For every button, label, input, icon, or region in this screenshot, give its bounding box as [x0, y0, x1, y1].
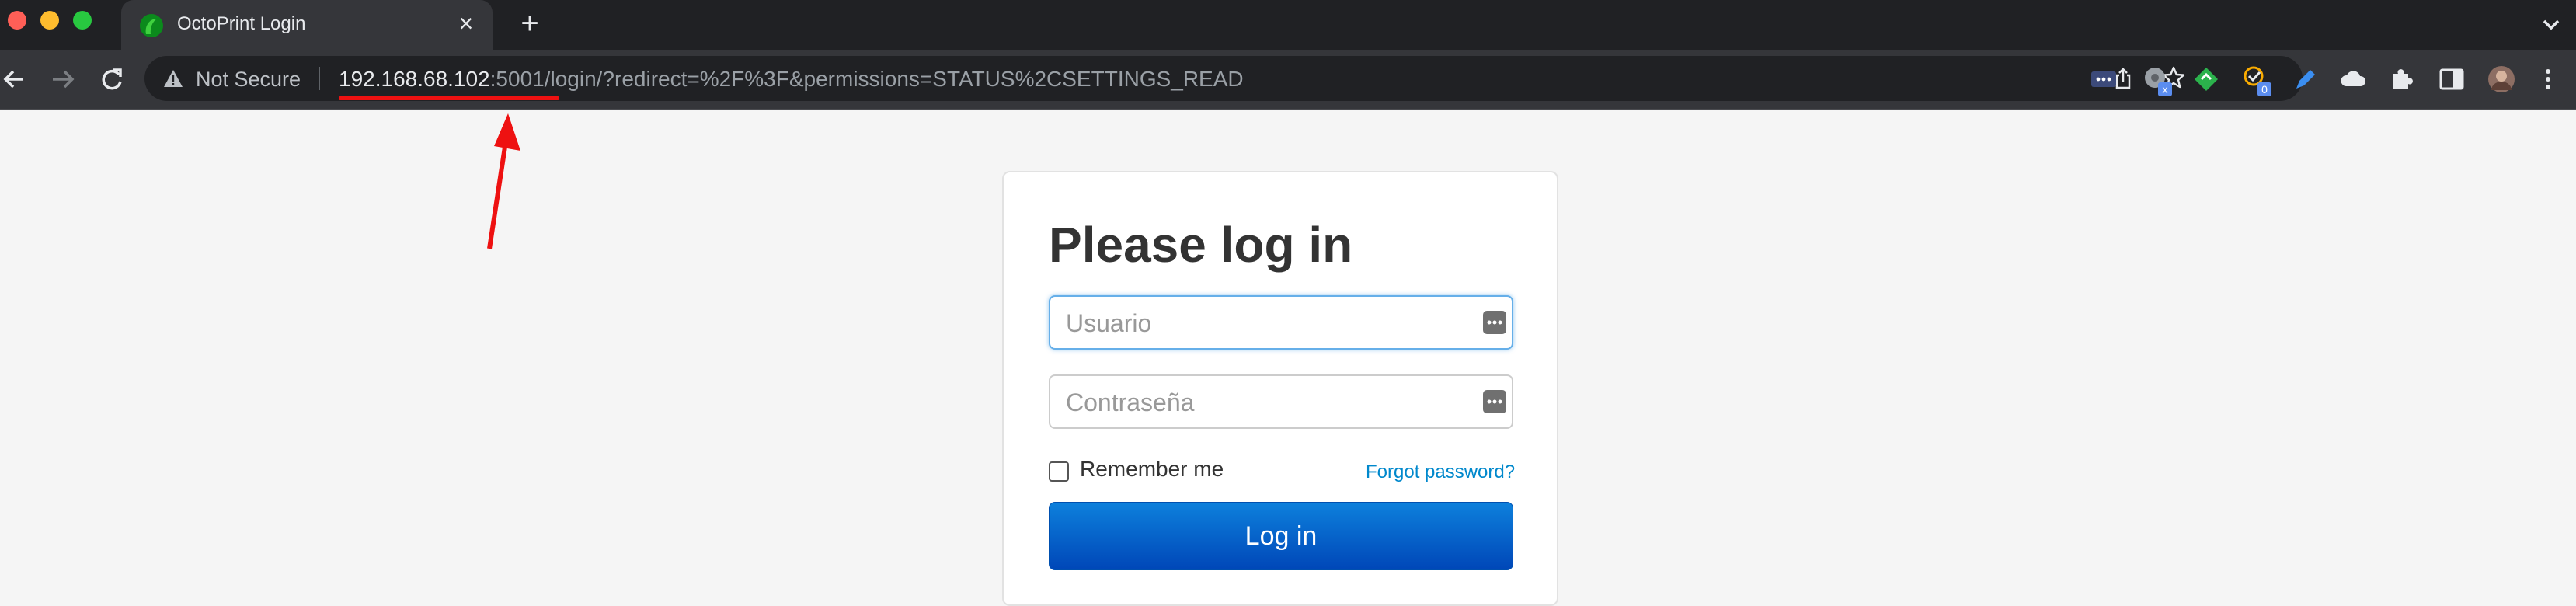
todo-check-icon[interactable]: 0: [2242, 65, 2271, 96]
tab-close-icon[interactable]: ×: [454, 9, 479, 37]
back-arrow-icon[interactable]: [0, 64, 31, 95]
annotation-underline: [339, 96, 559, 100]
login-card: Please log in Remember me Forgot passwor…: [1002, 171, 1558, 606]
reload-icon[interactable]: [96, 64, 127, 95]
forgot-password-link[interactable]: Forgot password?: [1366, 461, 1515, 483]
tab-octoprint-login[interactable]: OctoPrint Login ×: [121, 0, 493, 50]
dots-extension-icon[interactable]: [2090, 65, 2118, 93]
octoprint-favicon-icon: [140, 14, 163, 37]
forward-arrow-icon[interactable]: [47, 64, 78, 95]
remember-me-checkbox[interactable]: [1049, 461, 1069, 482]
password-manager-icon[interactable]: [1482, 389, 1507, 414]
password-manager-icon[interactable]: [1482, 310, 1507, 335]
password-field[interactable]: [1049, 374, 1513, 429]
profile-avatar[interactable]: [2487, 65, 2515, 93]
kebab-menu-icon[interactable]: [2534, 65, 2562, 93]
tab-bar: OctoPrint Login × +: [0, 0, 2576, 50]
feedly-icon[interactable]: [2192, 65, 2220, 93]
warning-icon[interactable]: [163, 69, 183, 88]
remember-me-label[interactable]: Remember me: [1080, 457, 1224, 482]
ext-badge: x: [2158, 82, 2172, 96]
chevron-down-icon[interactable]: [2537, 11, 2565, 39]
address-bar[interactable]: Not Secure 192.168.68.102:5001/login/?re…: [144, 56, 2303, 101]
chrome-ext-icon[interactable]: x: [2143, 65, 2172, 96]
password-input[interactable]: [1064, 376, 1471, 429]
minimize-window-button[interactable]: [40, 11, 59, 30]
url-host: 192.168.68.102: [339, 67, 490, 91]
sidepanel-icon[interactable]: [2438, 65, 2466, 93]
security-status-label[interactable]: Not Secure: [196, 68, 301, 92]
close-window-button[interactable]: [8, 11, 26, 30]
login-button[interactable]: Log in: [1049, 502, 1513, 570]
maximize-window-button[interactable]: [73, 11, 92, 30]
url-path: :5001/login/?redirect=%2F%3F&permissions…: [489, 67, 1244, 91]
omnibox-divider: [319, 67, 320, 90]
browser-toolbar: Not Secure 192.168.68.102:5001/login/?re…: [0, 50, 2576, 110]
username-input[interactable]: [1064, 297, 1471, 350]
page-title: Please log in: [1049, 217, 1353, 273]
puzzle-icon[interactable]: [2388, 65, 2416, 93]
ext-badge: 0: [2257, 82, 2271, 96]
annotation-arrow-icon: [487, 113, 520, 249]
url-text[interactable]: 192.168.68.102:5001/login/?redirect=%2F%…: [339, 67, 1244, 92]
new-tab-icon[interactable]: +: [514, 8, 545, 39]
pen-icon[interactable]: [2292, 65, 2320, 93]
tab-title: OctoPrint Login: [177, 13, 306, 34]
cloud-icon[interactable]: [2340, 65, 2368, 93]
username-field[interactable]: [1049, 295, 1513, 350]
